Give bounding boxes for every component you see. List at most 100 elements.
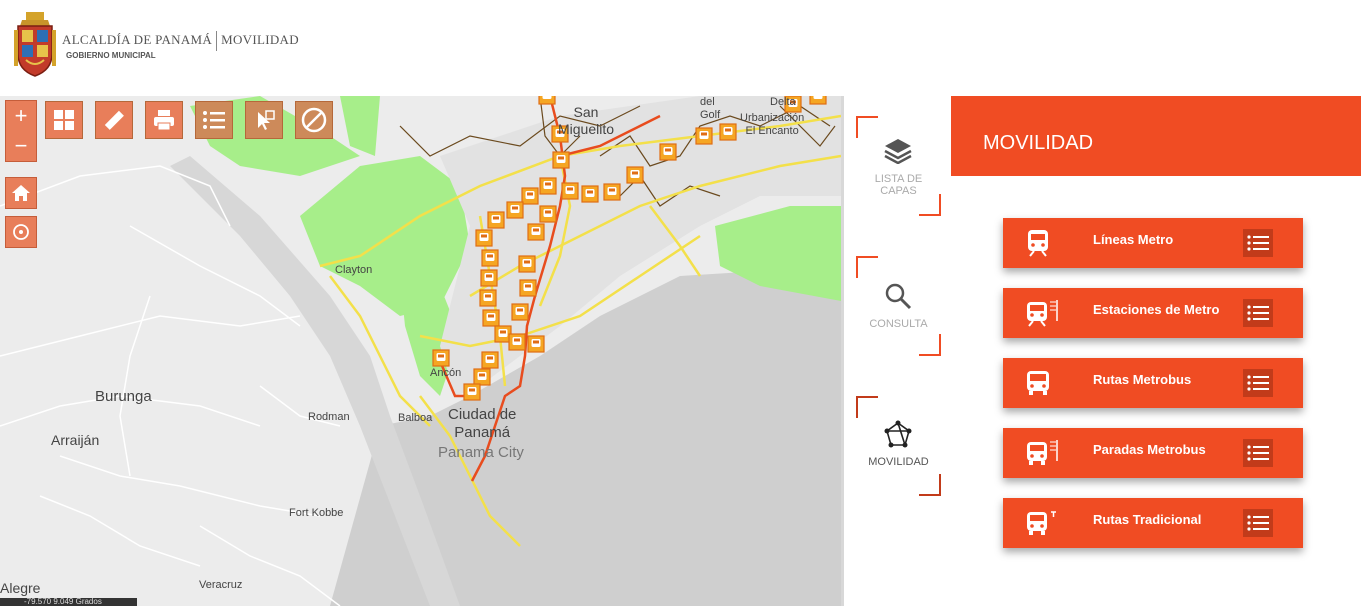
nav-movilidad-label: MOVILIDAD <box>868 456 929 468</box>
layers-icon <box>884 139 912 164</box>
ban-icon <box>301 107 327 133</box>
stop-marker[interactable] <box>480 269 498 287</box>
stop-marker[interactable] <box>432 349 450 367</box>
layer-estaciones-metro-menu[interactable] <box>1243 299 1273 327</box>
stop-marker[interactable] <box>482 309 500 327</box>
label-ciudad-de-panama: Ciudad de Panamá <box>448 406 517 441</box>
stop-marker[interactable] <box>519 279 537 297</box>
label-veracruz: Veracruz <box>199 579 243 591</box>
stop-marker[interactable] <box>475 229 493 247</box>
stop-marker[interactable] <box>463 383 481 401</box>
stop-marker[interactable] <box>473 368 491 386</box>
legend-button[interactable] <box>195 101 233 139</box>
ruler-icon <box>104 110 124 130</box>
search-icon <box>885 283 912 310</box>
list-icon <box>1247 375 1269 391</box>
grid-icon <box>54 110 74 130</box>
stop-marker[interactable] <box>581 185 599 203</box>
stop-marker[interactable] <box>487 211 505 229</box>
measure-button[interactable] <box>95 101 133 139</box>
stop-marker[interactable] <box>719 123 737 141</box>
network-icon <box>884 420 912 448</box>
stop-marker[interactable] <box>527 223 545 241</box>
zoom-control: + − <box>5 100 37 162</box>
coordinates-readout: -79.570 9.049 Grados <box>0 598 137 606</box>
nav-layer-list[interactable]: LISTA DE CAPAS <box>856 116 941 216</box>
nav-movilidad[interactable]: MOVILIDAD <box>856 396 941 496</box>
list-icon <box>1247 235 1269 251</box>
label-clayton: Clayton <box>335 264 373 276</box>
label-rodman: Rodman <box>308 411 350 423</box>
panel-title: MOVILIDAD <box>983 132 1094 154</box>
stop-marker[interactable] <box>518 255 536 273</box>
layer-paradas-metrobus-menu[interactable] <box>1243 439 1273 467</box>
pointer-icon <box>258 110 275 130</box>
layer-paradas-metrobus[interactable]: Paradas Metrobus <box>1003 428 1303 478</box>
stop-marker[interactable] <box>552 151 570 169</box>
stop-marker[interactable] <box>809 96 827 105</box>
brand-name: ALCALDÍA DE PANAMÁ <box>62 31 213 47</box>
layer-paradas-metrobus-label: Paradas Metrobus <box>1093 442 1206 457</box>
app-header: ALCALDÍA DE PANAMÁ MOVILIDAD GOBIERNO MUN… <box>0 0 1361 96</box>
home-icon <box>12 185 30 201</box>
brand-section: MOVILIDAD <box>221 31 299 47</box>
stop-marker[interactable] <box>481 351 499 369</box>
stop-marker[interactable] <box>527 335 545 353</box>
layer-rutas-metrobus-label: Rutas Metrobus <box>1093 372 1192 387</box>
label-san-miguelito: San Miguelito <box>558 104 615 137</box>
map-canvas[interactable]: San Miguelito del Golf Delta Urbanizació… <box>0 96 841 606</box>
stop-marker[interactable] <box>508 333 526 351</box>
municipal-logo[interactable]: ALCALDÍA DE PANAMÁ MOVILIDAD GOBIERNO MUN… <box>12 12 299 78</box>
clear-button[interactable] <box>295 101 333 139</box>
stop-marker[interactable] <box>659 143 677 161</box>
stop-marker[interactable] <box>479 289 497 307</box>
zoom-out-button[interactable]: − <box>6 131 36 161</box>
metro-station-icon <box>1027 300 1058 327</box>
stop-marker[interactable] <box>539 205 557 223</box>
identify-button[interactable] <box>245 101 283 139</box>
layer-lineas-metro-label: Líneas Metro <box>1093 232 1174 247</box>
brand-subtitle: GOBIERNO MUNICIPAL <box>66 50 156 60</box>
list-icon <box>203 111 225 129</box>
layer-estaciones-metro[interactable]: Estaciones de Metro <box>1003 288 1303 338</box>
nav-layer-list-label: LISTA DE CAPAS <box>874 173 923 197</box>
bus-stop-icon <box>1027 440 1058 465</box>
printer-icon <box>154 110 174 131</box>
label-alegre: Alegre <box>0 580 41 596</box>
stop-marker[interactable] <box>538 96 556 105</box>
label-ancon: Ancón <box>430 367 462 379</box>
stop-marker[interactable] <box>626 166 644 184</box>
side-nav: LISTA DE CAPAS CONSULTA MOVILIDAD <box>841 96 951 606</box>
layer-lineas-metro-menu[interactable] <box>1243 229 1273 257</box>
list-icon <box>1247 445 1269 461</box>
stop-marker[interactable] <box>539 177 557 195</box>
stop-marker[interactable] <box>511 303 529 321</box>
layer-estaciones-metro-label: Estaciones de Metro <box>1093 302 1220 317</box>
layer-rutas-metrobus[interactable]: Rutas Metrobus <box>1003 358 1303 408</box>
stop-marker[interactable] <box>506 201 524 219</box>
label-panama-city: Panama City <box>438 444 524 461</box>
locate-button[interactable] <box>5 216 37 248</box>
basemap-gallery-button[interactable] <box>45 101 83 139</box>
home-button[interactable] <box>5 177 37 209</box>
stop-marker[interactable] <box>695 127 713 145</box>
layer-lineas-metro[interactable]: Líneas Metro <box>1003 218 1303 268</box>
stop-marker[interactable] <box>521 187 539 205</box>
label-burunga: Burunga <box>95 388 152 405</box>
layer-rutas-metrobus-menu[interactable] <box>1243 369 1273 397</box>
layer-rutas-tradicional[interactable]: Rutas Tradicional <box>1003 498 1303 548</box>
nav-consulta[interactable]: CONSULTA <box>856 256 941 356</box>
panel-header: MOVILIDAD <box>951 96 1361 176</box>
stop-marker[interactable] <box>561 182 579 200</box>
layer-rutas-tradicional-label: Rutas Tradicional <box>1093 512 1202 527</box>
label-delta: Delta <box>770 96 796 108</box>
stop-marker[interactable] <box>603 183 621 201</box>
label-balboa: Balboa <box>398 412 433 424</box>
layer-rutas-tradicional-menu[interactable] <box>1243 509 1273 537</box>
metro-icon <box>1028 230 1048 257</box>
zoom-in-button[interactable]: + <box>6 101 36 131</box>
stop-marker[interactable] <box>481 249 499 267</box>
print-button[interactable] <box>145 101 183 139</box>
list-icon <box>1247 305 1269 321</box>
label-del-golf: del Golf <box>700 96 721 121</box>
